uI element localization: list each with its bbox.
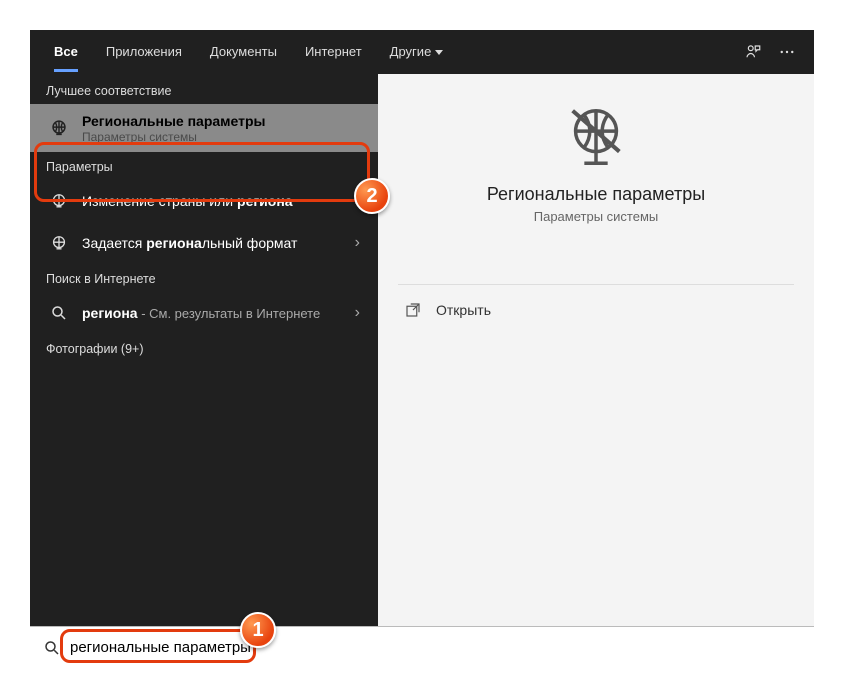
detail-subtitle: Параметры системы xyxy=(534,209,659,224)
search-bar[interactable] xyxy=(30,626,814,668)
globe-large-icon xyxy=(561,102,631,172)
search-input[interactable] xyxy=(70,639,804,656)
chevron-right-icon: › xyxy=(349,234,366,252)
tab-apps[interactable]: Приложения xyxy=(92,30,196,74)
result-change-region[interactable]: Изменение страны или региона › xyxy=(30,180,378,222)
open-icon xyxy=(402,299,424,321)
globe-icon xyxy=(46,188,72,214)
result-title: Региональные параметры xyxy=(82,112,366,130)
search-icon xyxy=(46,300,72,326)
feedback-icon[interactable] xyxy=(736,35,770,69)
search-tabs: Все Приложения Документы Интернет Другие xyxy=(30,30,814,74)
detail-panel: Региональные параметры Параметры системы… xyxy=(378,74,814,668)
globe-icon xyxy=(46,115,72,141)
section-photos[interactable]: Фотографии (9+) xyxy=(30,334,378,362)
tab-other[interactable]: Другие xyxy=(376,30,458,74)
search-icon xyxy=(40,636,64,660)
section-web: Поиск в Интернете xyxy=(30,264,378,292)
result-web-search[interactable]: региона - См. результаты в Интернете › xyxy=(30,292,378,334)
result-title: Задается региональный формат xyxy=(82,234,349,252)
action-open[interactable]: Открыть xyxy=(398,285,794,335)
tab-documents[interactable]: Документы xyxy=(196,30,291,74)
tab-internet[interactable]: Интернет xyxy=(291,30,376,74)
result-regional-settings[interactable]: Региональные параметры Параметры системы xyxy=(30,104,378,152)
action-open-label: Открыть xyxy=(436,302,491,318)
chevron-down-icon xyxy=(435,50,443,55)
result-regional-format[interactable]: Задается региональный формат › xyxy=(30,222,378,264)
section-best-match: Лучшее соответствие xyxy=(30,74,378,104)
web-search-text: региона - См. результаты в Интернете xyxy=(82,305,349,321)
tab-all[interactable]: Все xyxy=(40,30,92,74)
results-panel: Лучшее соответствие Региональные парамет… xyxy=(30,74,378,668)
result-title: Изменение страны или региона xyxy=(82,192,349,210)
section-settings: Параметры xyxy=(30,152,378,180)
more-icon[interactable] xyxy=(770,35,804,69)
globe-icon xyxy=(46,230,72,256)
chevron-right-icon: › xyxy=(349,304,366,322)
detail-title: Региональные параметры xyxy=(487,184,705,205)
chevron-right-icon: › xyxy=(349,192,366,210)
result-subtitle: Параметры системы xyxy=(82,130,366,144)
